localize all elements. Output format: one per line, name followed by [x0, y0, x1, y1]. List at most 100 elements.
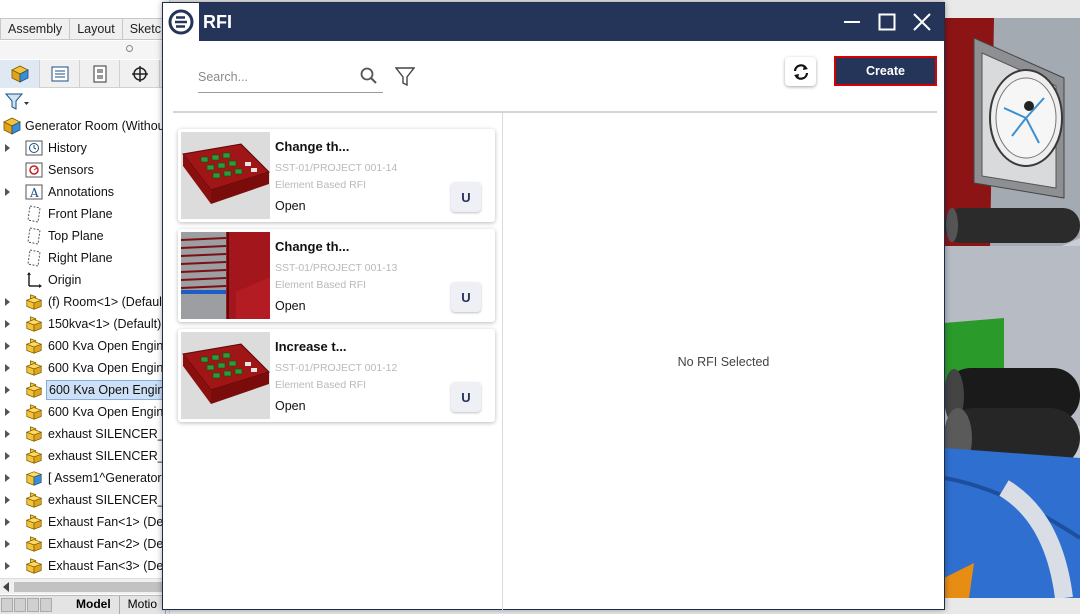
tree-item-label: 600 Kva Open Engine [46, 380, 169, 400]
tree-item[interactable]: exhaust SILENCER_600 [0, 423, 169, 445]
tree-item[interactable]: Exhaust Fan<3> (Defa [0, 555, 169, 577]
nav-last-button[interactable] [40, 598, 52, 612]
tree-item[interactable]: exhaust SILENCER_600 [0, 489, 169, 511]
expand-arrow-icon[interactable] [5, 408, 10, 416]
tree-item-label: Front Plane [48, 207, 113, 221]
tree-item[interactable]: 600 Kva Open Engine [0, 401, 169, 423]
tree-item-label: [ Assem1^Generator R [48, 471, 170, 485]
feature-tree: Generator Room (Without History Sensors A A… [0, 115, 170, 577]
tree-item[interactable]: exhaust SILENCER_600 [0, 445, 169, 467]
tree-item[interactable]: 150kva<1> (Default) < [0, 313, 169, 335]
feature-manager-tabs [0, 60, 169, 88]
panel-splitter[interactable] [0, 41, 169, 59]
expand-arrow-icon[interactable] [5, 364, 10, 372]
tree-item[interactable]: Right Plane [0, 247, 169, 269]
expand-arrow-icon[interactable] [5, 540, 10, 548]
tree-item[interactable]: Top Plane [0, 225, 169, 247]
search-icon [360, 67, 377, 84]
rfi-card[interactable]: Increase t... SST-01/PROJECT 001-12 Elemen… [178, 329, 495, 422]
horizontal-scrollbar[interactable] [0, 578, 169, 594]
expand-arrow-icon[interactable] [5, 474, 10, 482]
dimxpert-tab[interactable] [120, 60, 160, 88]
annotations-icon: A [25, 183, 43, 201]
header-divider [173, 111, 937, 113]
rfi-title-bar[interactable]: RFI [163, 3, 944, 41]
expand-arrow-icon[interactable] [5, 320, 10, 328]
expand-arrow-icon[interactable] [5, 562, 10, 570]
close-icon [913, 13, 931, 31]
rfi-card[interactable]: Change th... SST-01/PROJECT 001-14 Element… [178, 129, 495, 222]
expand-arrow-icon[interactable] [5, 386, 10, 394]
tree-item-label: 600 Kva Open Engine [48, 339, 170, 353]
history-icon [25, 139, 43, 157]
scroll-left-icon[interactable] [2, 582, 10, 592]
nav-next-button[interactable] [27, 598, 39, 612]
tree-root-label: Generator Room (Without [25, 119, 169, 133]
tree-item[interactable]: 600 Kva Open Engine [0, 357, 169, 379]
tree-item-label: Sensors [48, 163, 94, 177]
tree-item[interactable]: Sensors [0, 159, 169, 181]
filter-button[interactable] [394, 66, 416, 88]
expand-arrow-icon[interactable] [5, 496, 10, 504]
tree-item-label: Exhaust Fan<2> (Defa [48, 537, 170, 551]
tree-item[interactable]: 600 Kva Open Engine [0, 379, 169, 401]
expand-arrow-icon[interactable] [5, 342, 10, 350]
splitter-handle-icon [126, 45, 133, 52]
rfi-user-badge[interactable]: U [451, 282, 481, 312]
tab-layout[interactable]: Layout [70, 18, 123, 40]
maximize-button[interactable] [872, 7, 902, 37]
close-button[interactable] [907, 7, 937, 37]
minimize-button[interactable] [837, 7, 867, 37]
filter-funnel-icon[interactable] [5, 93, 29, 111]
feature-tree-tab[interactable] [0, 60, 40, 88]
tree-root[interactable]: Generator Room (Without [0, 115, 169, 137]
generator-model-render [944, 18, 1080, 598]
expand-arrow-icon[interactable] [5, 518, 10, 526]
rfi-user-badge[interactable]: U [451, 182, 481, 212]
scrollbar-thumb[interactable] [14, 582, 164, 592]
refresh-button[interactable] [785, 57, 816, 86]
rfi-card[interactable]: Change th... SST-01/PROJECT 001-13 Element… [178, 229, 495, 322]
tree-item-label: (f) Room<1> (Default [48, 295, 166, 309]
expand-arrow-icon[interactable] [5, 144, 10, 152]
search-button[interactable] [359, 66, 379, 86]
configuration-manager-tab[interactable] [80, 60, 120, 88]
nav-first-button[interactable] [1, 598, 13, 612]
tree-item-label: Annotations [48, 185, 115, 199]
tree-item-label: exhaust SILENCER_600 [48, 493, 169, 507]
tree-filter-row [0, 90, 169, 114]
create-button[interactable]: Create [834, 56, 937, 86]
property-manager-tab[interactable] [40, 60, 80, 88]
nav-prev-button[interactable] [14, 598, 26, 612]
rfi-type: Element Based RFI [275, 179, 367, 191]
maximize-icon [878, 13, 896, 31]
expand-arrow-icon[interactable] [5, 452, 10, 460]
tree-item[interactable]: 600 Kva Open Engine [0, 335, 170, 357]
tree-item[interactable]: [ Assem1^Generator R [0, 467, 170, 489]
expand-arrow-icon[interactable] [5, 188, 10, 196]
part-icon [25, 293, 43, 311]
tree-item[interactable]: Exhaust Fan<2> (Defa [0, 533, 170, 555]
expand-arrow-icon[interactable] [5, 298, 10, 306]
rfi-user-badge[interactable]: U [451, 382, 481, 412]
tree-item[interactable]: A Annotations [0, 181, 169, 203]
assembly-root-icon [3, 117, 21, 135]
tab-model[interactable]: Model [68, 596, 120, 614]
plane-icon [25, 205, 43, 223]
app-logo [163, 3, 199, 41]
tab-motion[interactable]: Motio [120, 596, 167, 614]
tree-item-label: exhaust SILENCER_600 [48, 427, 169, 441]
rfi-status: Open [275, 399, 306, 413]
property-list-icon [51, 66, 68, 82]
tree-item[interactable]: History [0, 137, 169, 159]
filter-icon [394, 67, 416, 87]
tree-item[interactable]: Origin [0, 269, 169, 291]
tree-item[interactable]: (f) Room<1> (Default [0, 291, 169, 313]
part-icon [25, 359, 43, 377]
search-input[interactable] [198, 66, 348, 88]
expand-arrow-icon[interactable] [5, 430, 10, 438]
tree-item[interactable]: Front Plane [0, 203, 169, 225]
tab-assembly[interactable]: Assembly [0, 18, 71, 40]
graphics-viewport[interactable] [944, 18, 1080, 598]
tree-item[interactable]: Exhaust Fan<1> (Defa [0, 511, 169, 533]
